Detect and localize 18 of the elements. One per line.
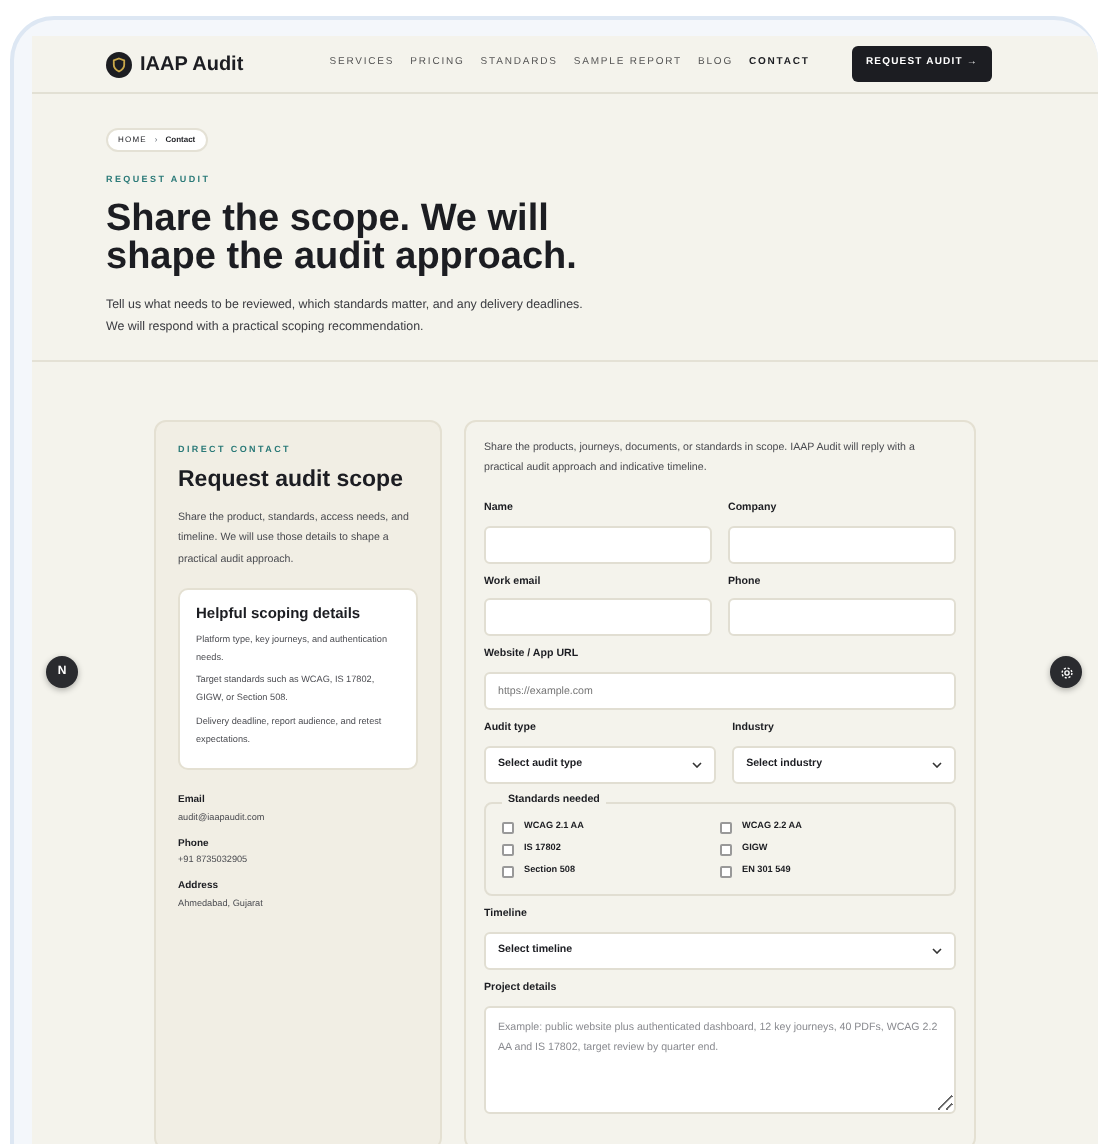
chevron-down-icon [932, 762, 943, 769]
checkbox[interactable] [502, 821, 514, 834]
logo-text[interactable]: IAAP Audit [140, 49, 244, 79]
settings-icon [1059, 665, 1073, 679]
page-heading: Share the scope. We will shape the audit approach. [106, 199, 579, 277]
input-field[interactable] [484, 598, 712, 637]
chevron-down-icon [692, 762, 703, 769]
input-field[interactable] [728, 598, 956, 637]
checkbox[interactable] [502, 865, 514, 878]
checkbox[interactable] [502, 843, 514, 856]
checkbox[interactable] [720, 821, 732, 834]
chevron-down-icon [932, 948, 942, 955]
checkbox[interactable] [720, 865, 732, 878]
card-heading: Request audit scope [178, 465, 405, 496]
input-field[interactable] [728, 525, 956, 564]
shield-logo-icon [106, 51, 132, 77]
checkbox[interactable] [720, 843, 732, 856]
input-field[interactable] [484, 525, 712, 564]
